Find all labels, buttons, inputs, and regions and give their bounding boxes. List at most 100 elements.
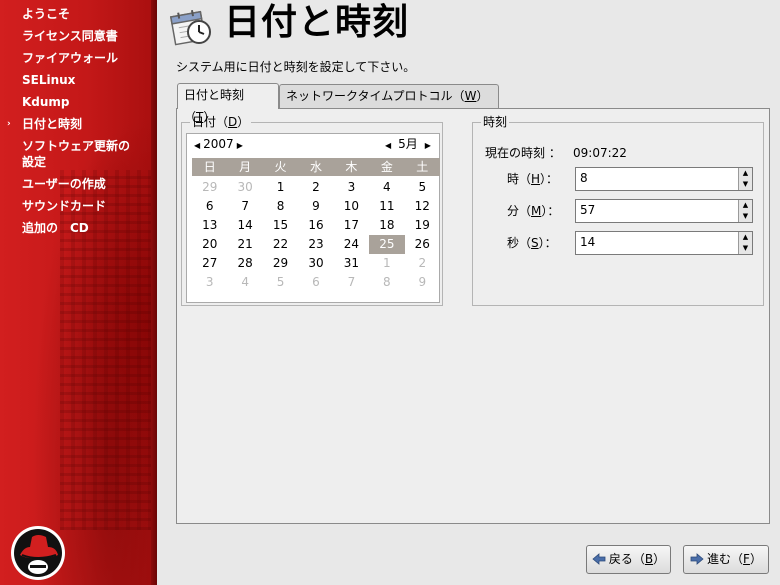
calendar-day[interactable]: 5 (405, 178, 440, 197)
next-button-label: 進む（ (707, 552, 744, 566)
hour-spinner[interactable]: 8 ▲ ▼ (575, 167, 753, 191)
calendar-day[interactable]: 20 (192, 235, 227, 254)
calendar-day[interactable]: 1 (369, 254, 404, 273)
time-frame: 時刻 現在の時刻 ： 09:07:22 時（H）： 8 ▲ ▼ 分（M）： 57 … (472, 115, 764, 306)
calendar-day[interactable]: 9 (298, 197, 333, 216)
sidebar-item-software-update-cont: 設定 (0, 154, 150, 170)
weekday-label: 日 (203, 160, 216, 174)
current-time-label: 現在の時刻 ： (485, 146, 561, 160)
sidebar-item-label: 設定 (22, 155, 47, 169)
calendar-day[interactable]: 2 (405, 254, 440, 273)
second-spinner[interactable]: 14 ▲ ▼ (575, 231, 753, 255)
calendar-day[interactable]: 10 (334, 197, 369, 216)
calendar-day[interactable]: 24 (334, 235, 369, 254)
weekday-label: 火 (274, 160, 287, 174)
tab-network-time-protocol[interactable]: ネットワークタイムプロトコル（W） (279, 84, 499, 108)
hour-value: 8 (580, 171, 588, 185)
instruction-text: システム用に日付と時刻を設定して下さい。 (176, 60, 416, 74)
calendar-day[interactable]: 8 (263, 197, 298, 216)
calendar-day[interactable]: 1 (263, 178, 298, 197)
sidebar-item-firewall: ファイアウォール (0, 50, 150, 66)
minute-mnemonic: M (531, 204, 542, 218)
calendar-day[interactable]: 4 (369, 178, 404, 197)
calendar[interactable]: ◀ 2007 ▶ ◀ 5月 ▶ 日月火水木金土 29 30 1 2 3 4 5 6 7 8 9 10 11 12 1… (186, 133, 440, 303)
calendar-day[interactable]: 17 (334, 216, 369, 235)
calendar-day[interactable]: 11 (369, 197, 404, 216)
frame-label-suffix: ） (237, 115, 250, 129)
next-month-button[interactable]: ▶ (422, 141, 434, 150)
calendar-day[interactable]: 3 (334, 178, 369, 197)
time-frame-label: 時刻 (481, 115, 510, 129)
calendar-day[interactable]: 16 (298, 216, 333, 235)
next-button[interactable]: 進む（F） (683, 545, 769, 574)
calendar-day[interactable]: 21 (227, 235, 262, 254)
calendar-day[interactable]: 7 (227, 197, 262, 216)
calendar-day[interactable]: 28 (227, 254, 262, 273)
hour-down-arrow-icon[interactable]: ▼ (739, 179, 752, 190)
sidebar-item-welcome: ようこそ (0, 6, 150, 22)
calendar-day[interactable]: 31 (334, 254, 369, 273)
hour-spinner-arrows: ▲ ▼ (738, 168, 752, 190)
tab-label-suffix: ） (476, 89, 489, 103)
prev-year-button[interactable]: ◀ (191, 141, 203, 150)
sidebar-item-selinux: SELinux (0, 72, 150, 88)
weekday-header: 日月火水木金土 (192, 158, 440, 176)
calendar-day[interactable]: 18 (369, 216, 404, 235)
calendar-day[interactable]: 7 (334, 273, 369, 292)
arrow-left-icon (592, 553, 606, 565)
second-label-suffix: ）： (538, 236, 557, 250)
calendar-day[interactable]: 3 (192, 273, 227, 292)
calendar-day[interactable]: 2 (298, 178, 333, 197)
calendar-day[interactable]: 9 (405, 273, 440, 292)
calendar-day[interactable]: 8 (369, 273, 404, 292)
tab-date-time[interactable]: 日付と時刻（T） (177, 83, 279, 124)
calendar-day[interactable]: 12 (405, 197, 440, 216)
hour-up-arrow-icon[interactable]: ▲ (739, 168, 752, 179)
year-selector: ◀ 2007 ▶ (191, 136, 246, 154)
sidebar-steps: ようこそ ライセンス同意書 ファイアウォール SELinux Kdump › 日付… (0, 6, 150, 242)
minute-up-arrow-icon[interactable]: ▲ (739, 200, 752, 211)
calendar-day[interactable]: 30 (298, 254, 333, 273)
sidebar-item-label: ようこそ (22, 7, 71, 21)
second-up-arrow-icon[interactable]: ▲ (739, 232, 752, 243)
hour-label: 時（H）： (507, 171, 558, 187)
sidebar-item-label: ライセンス同意書 (22, 29, 118, 43)
second-down-arrow-icon[interactable]: ▼ (739, 243, 752, 254)
calendar-day[interactable]: 29 (192, 178, 227, 197)
calendar-day[interactable]: 23 (298, 235, 333, 254)
calendar-day[interactable]: 19 (405, 216, 440, 235)
calendar-day[interactable]: 25 (369, 235, 405, 254)
month-value: 5月 (398, 137, 418, 151)
calendar-day[interactable]: 6 (298, 273, 333, 292)
second-spinner-arrows: ▲ ▼ (738, 232, 752, 254)
calendar-day[interactable]: 6 (192, 197, 227, 216)
prev-month-button[interactable]: ◀ (382, 141, 394, 150)
sidebar-item-label: SELinux (22, 73, 76, 87)
date-frame: 日付（D） ◀2007▶ ◀5月▶ 日月火水木金土 29301234567891… (181, 115, 443, 306)
calendar-day[interactable]: 26 (405, 235, 440, 254)
calendar-day[interactable]: 15 (263, 216, 298, 235)
minute-label-suffix: ）： (541, 204, 560, 218)
back-button-label: 戻る（ (608, 552, 645, 566)
next-year-button[interactable]: ▶ (234, 141, 246, 150)
back-button-suffix: ） (653, 552, 666, 566)
calendar-day[interactable]: 27 (192, 254, 227, 273)
calendar-day[interactable]: 30 (227, 178, 262, 197)
calendar-day[interactable]: 5 (263, 273, 298, 292)
minute-spinner-arrows: ▲ ▼ (738, 200, 752, 222)
sidebar-item-additional-cd: 追加の CD (0, 220, 150, 236)
calendar-day[interactable]: 29 (263, 254, 298, 273)
calendar-day[interactable]: 4 (227, 273, 262, 292)
back-mnemonic: B (644, 552, 654, 566)
minute-down-arrow-icon[interactable]: ▼ (739, 211, 752, 222)
calendar-clock-icon (169, 10, 211, 46)
sidebar-item-label: ソフトウェア更新の (22, 139, 131, 153)
calendar-day[interactable]: 13 (192, 216, 227, 235)
calendar-day[interactable]: 14 (227, 216, 262, 235)
minute-spinner[interactable]: 57 ▲ ▼ (575, 199, 753, 223)
hour-mnemonic: H (531, 172, 541, 186)
calendar-day[interactable]: 22 (263, 235, 298, 254)
back-button[interactable]: 戻る（B） (586, 545, 671, 574)
sidebar-item-label: ユーザーの作成 (22, 177, 106, 191)
next-mnemonic: F (743, 552, 750, 566)
